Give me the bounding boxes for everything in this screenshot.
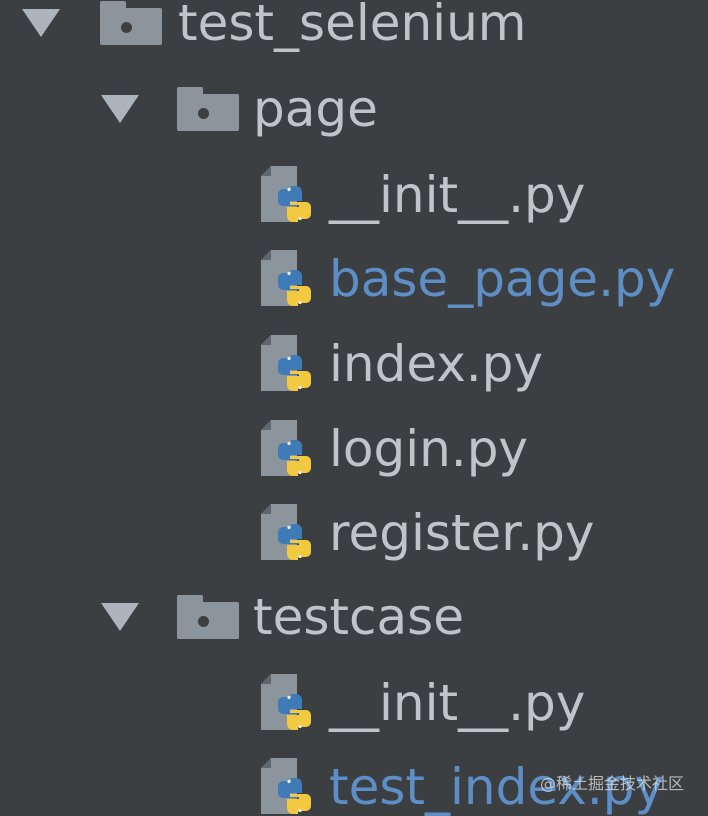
- python-file-icon: [259, 164, 317, 226]
- file-label: register.py: [329, 504, 595, 562]
- node-label: testcase: [253, 588, 464, 646]
- tree-node-index[interactable]: index.py: [0, 322, 543, 406]
- file-label: base_page.py: [329, 250, 676, 308]
- file-label: login.py: [329, 420, 529, 478]
- tree-node-testcase-init[interactable]: __init__.py: [0, 661, 585, 745]
- python-file-icon: [259, 502, 317, 564]
- project-tree: test_selenium page __init__.py base_page…: [0, 0, 708, 816]
- expand-arrow-icon[interactable]: [22, 9, 60, 37]
- python-file-icon: [259, 418, 317, 480]
- expand-arrow-icon[interactable]: [101, 95, 139, 123]
- python-file-icon: [259, 672, 317, 734]
- watermark: @稀土掘金技术社区: [539, 774, 684, 793]
- node-label: test_selenium: [178, 0, 527, 52]
- folder-icon: [177, 87, 239, 131]
- tree-node-test-selenium[interactable]: test_selenium: [0, 0, 526, 65]
- expand-arrow-icon[interactable]: [101, 603, 139, 631]
- file-label: index.py: [329, 335, 544, 393]
- file-label: __init__.py: [329, 166, 586, 224]
- file-label: __init__.py: [329, 674, 586, 732]
- tree-node-login[interactable]: login.py: [0, 407, 528, 491]
- python-file-icon: [259, 756, 317, 816]
- tree-node-testcase[interactable]: testcase: [0, 575, 464, 659]
- python-file-icon: [259, 248, 317, 310]
- node-label: page: [253, 80, 378, 138]
- tree-node-base-page[interactable]: base_page.py: [0, 237, 675, 321]
- folder-icon: [100, 1, 162, 45]
- folder-icon: [177, 595, 239, 639]
- tree-node-page[interactable]: page: [0, 67, 378, 151]
- tree-node-page-init[interactable]: __init__.py: [0, 153, 585, 237]
- tree-node-register[interactable]: register.py: [0, 491, 594, 575]
- python-file-icon: [259, 333, 317, 395]
